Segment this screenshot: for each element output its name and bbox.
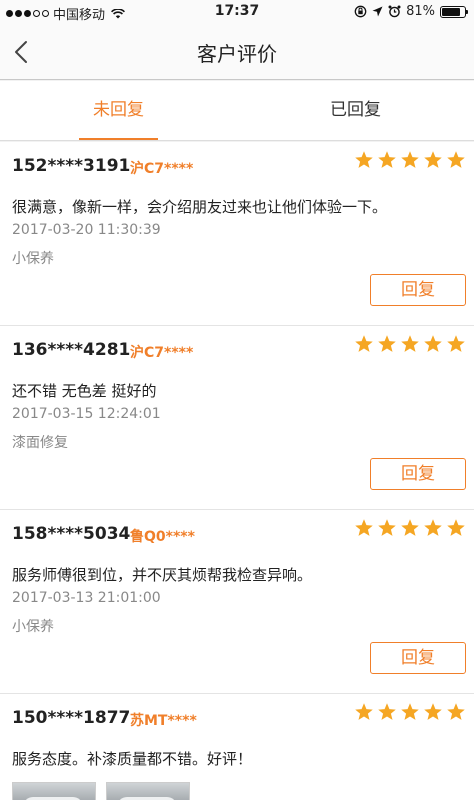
review-content: 服务师傅很到位，并不厌其烦帮我检查异响。 — [12, 566, 313, 584]
service-type: 小保养 — [12, 251, 54, 267]
reply-button[interactable]: 回复 — [370, 458, 466, 490]
alarm-icon — [388, 5, 401, 18]
review-photo[interactable] — [12, 782, 96, 800]
star-icon — [401, 519, 419, 536]
reply-button[interactable]: 回复 — [370, 274, 466, 306]
review-content: 还不错 无色差 挺好的 — [12, 382, 157, 400]
star-icon — [355, 703, 373, 720]
reviewer-phone: 136****4281 — [12, 340, 131, 360]
review-time: 2017-03-13 21:01:00 — [12, 590, 161, 606]
review-list: 152****3191 沪C7**** 很满意，像新一样，会介绍朋友过来也让他们… — [0, 142, 474, 800]
review-content: 服务态度。补漆质量都不错。好评！ — [12, 750, 253, 768]
star-icon — [378, 151, 396, 168]
star-icon — [447, 335, 465, 352]
license-plate: 沪C7**** — [130, 345, 194, 361]
star-icon — [355, 335, 373, 352]
star-icon — [424, 519, 442, 536]
review-time: 2017-03-20 11:30:39 — [12, 222, 161, 238]
star-icon — [378, 519, 396, 536]
tab-bar: 未回复 已回复 — [0, 81, 474, 141]
review-card: 150****1877 苏MT**** 服务态度。补漆质量都不错。好评！ — [0, 694, 474, 800]
review-content: 很满意，像新一样，会介绍朋友过来也让他们体验一下。 — [12, 198, 388, 216]
star-icon — [424, 703, 442, 720]
star-rating — [354, 702, 466, 722]
star-icon — [447, 703, 465, 720]
battery-fill — [442, 7, 460, 16]
star-icon — [401, 703, 419, 720]
reply-button[interactable]: 回复 — [370, 642, 466, 674]
star-icon — [424, 335, 442, 352]
star-icon — [355, 519, 373, 536]
tab-replied[interactable]: 已回复 — [237, 81, 474, 141]
review-card: 136****4281 沪C7**** 还不错 无色差 挺好的 2017-03-… — [0, 326, 474, 510]
reviewer-phone: 158****5034 — [12, 524, 131, 544]
status-right: 81% — [354, 4, 468, 19]
star-icon — [378, 703, 396, 720]
rotation-lock-icon — [354, 5, 367, 18]
review-time: 2017-03-15 12:24:01 — [12, 406, 161, 422]
reviewer-phone: 152****3191 — [12, 156, 131, 176]
star-icon — [355, 151, 373, 168]
service-type: 漆面修复 — [12, 435, 68, 451]
nav-bar: 客户评价 — [0, 24, 474, 80]
license-plate: 鲁Q0**** — [130, 529, 195, 545]
star-icon — [401, 151, 419, 168]
star-icon — [447, 151, 465, 168]
review-card: 158****5034 鲁Q0**** 服务师傅很到位，并不厌其烦帮我检查异响。… — [0, 510, 474, 694]
review-photo[interactable] — [106, 782, 190, 800]
service-type: 小保养 — [12, 619, 54, 635]
star-rating — [354, 150, 466, 170]
star-rating — [354, 334, 466, 354]
review-card: 152****3191 沪C7**** 很满意，像新一样，会介绍朋友过来也让他们… — [0, 142, 474, 326]
status-bar: 中国移动 17:37 81% — [0, 0, 474, 24]
star-icon — [401, 335, 419, 352]
star-icon — [447, 519, 465, 536]
review-photos — [12, 782, 190, 800]
page-title: 客户评价 — [197, 42, 277, 66]
tab-indicator — [79, 138, 158, 140]
battery-percent: 81% — [406, 4, 435, 19]
license-plate: 苏MT**** — [130, 713, 197, 729]
star-icon — [424, 151, 442, 168]
license-plate: 沪C7**** — [130, 161, 194, 177]
reviewer-phone: 150****1877 — [12, 708, 131, 728]
star-icon — [378, 335, 396, 352]
battery-icon — [440, 5, 468, 18]
star-rating — [354, 518, 466, 538]
location-icon — [372, 6, 383, 17]
tab-unreplied[interactable]: 未回复 — [0, 81, 237, 141]
